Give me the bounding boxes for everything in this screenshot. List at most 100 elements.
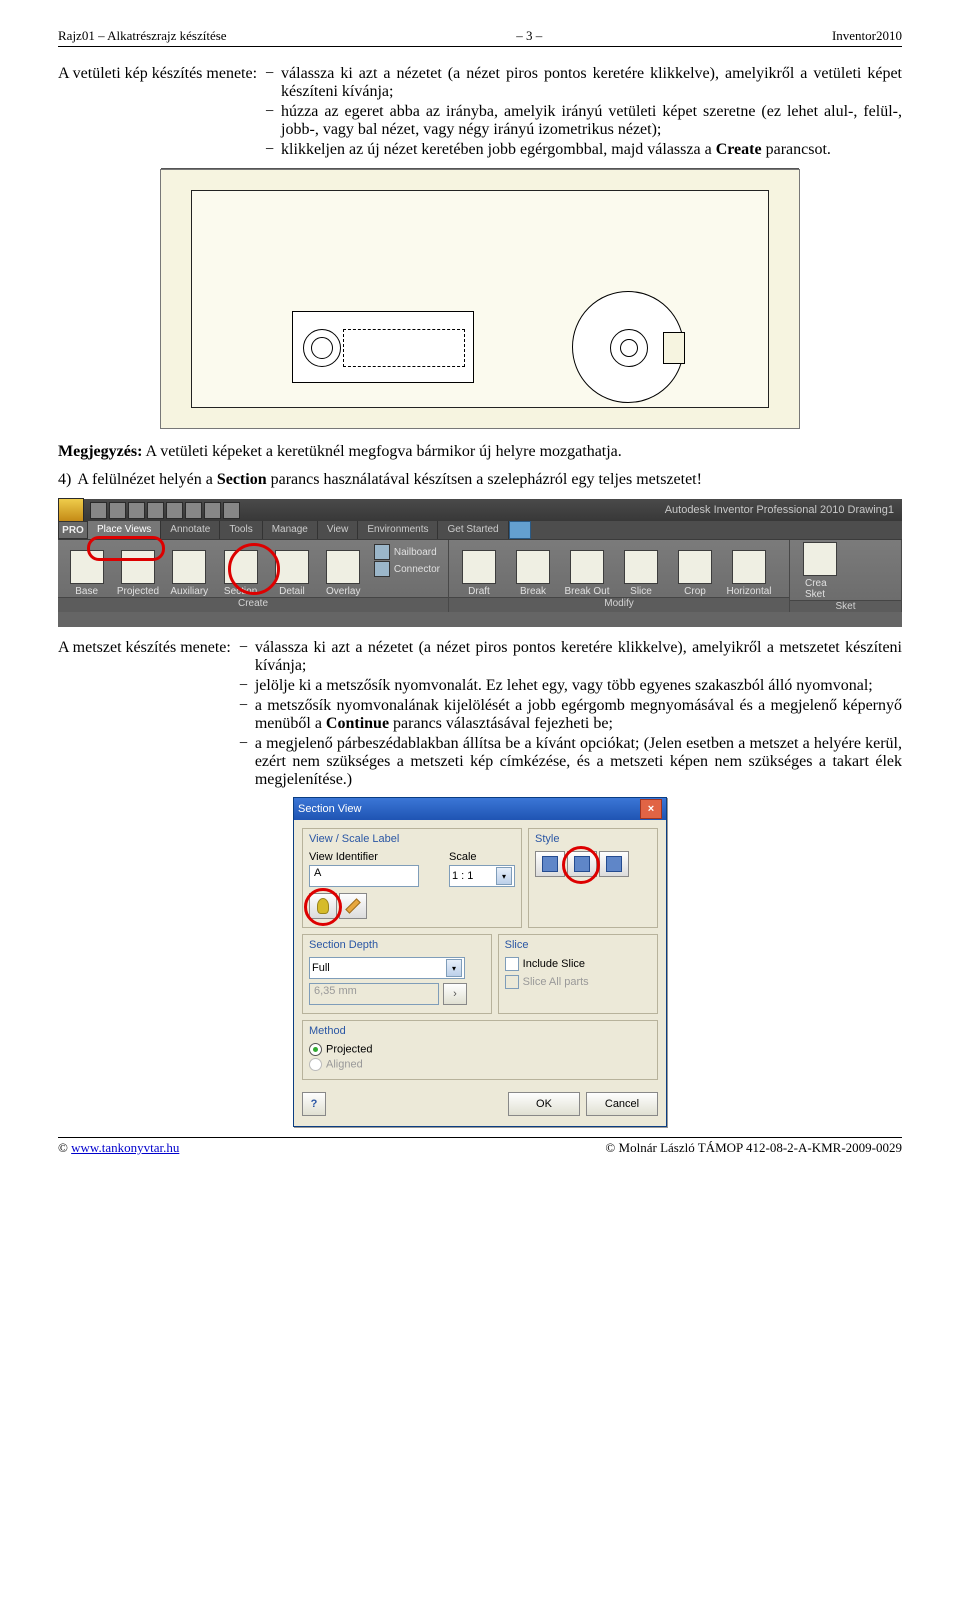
ribbon-detail-button[interactable]: Detail: [267, 542, 316, 597]
projection-bullet-2: húzza az egeret abba az irányba, amelyik…: [265, 103, 902, 139]
footer-copyright-symbol: ©: [58, 1140, 68, 1155]
inventor-logo-icon[interactable]: [58, 498, 84, 522]
footer-link[interactable]: www.tankonyvtar.hu: [71, 1140, 179, 1155]
view-label-toggle-button[interactable]: [309, 893, 337, 919]
qat-open-icon[interactable]: [109, 502, 126, 519]
nailboard-icon: [374, 544, 390, 560]
header-left: Rajz01 – Alkatrészrajz készítése: [58, 28, 227, 44]
part-side-view: [292, 311, 474, 383]
ribbon-projected-button[interactable]: Projected: [113, 542, 162, 597]
qat-print-icon[interactable]: [185, 502, 202, 519]
view-scale-group-title: View / Scale Label: [309, 833, 515, 845]
header-page-num: – 3 –: [516, 28, 542, 44]
tab-get-started[interactable]: Get Started: [438, 521, 508, 539]
header-right: Inventor2010: [832, 28, 902, 44]
dialog-ok-button[interactable]: OK: [508, 1092, 580, 1116]
style-shaded-button[interactable]: [599, 851, 629, 877]
base-view-icon: [70, 550, 104, 584]
page-footer: © www.tankonyvtar.hu © Molnár László TÁM…: [58, 1137, 902, 1156]
pro-badge[interactable]: PRO: [58, 521, 88, 539]
dialog-help-button[interactable]: ?: [302, 1092, 326, 1116]
tab-manage[interactable]: Manage: [263, 521, 318, 539]
ribbon-break-button[interactable]: Break: [507, 542, 559, 597]
note-label: Megjegyzés:: [58, 443, 142, 460]
auxiliary-view-icon: [172, 550, 206, 584]
ribbon-section-button[interactable]: Section: [216, 542, 265, 597]
section-depth-select[interactable]: Full ▾: [309, 957, 465, 979]
page-header: Rajz01 – Alkatrészrajz készítése – 3 – I…: [58, 28, 902, 47]
overlay-view-icon: [326, 550, 360, 584]
section-bullet-1: válassza ki azt a nézetet (a nézet piros…: [239, 639, 902, 675]
sketch-icon: [803, 542, 837, 576]
tab-view[interactable]: View: [318, 521, 359, 539]
section-view-icon: [224, 550, 258, 584]
breakout-icon: [570, 550, 604, 584]
projected-view-icon: [121, 550, 155, 584]
break-icon: [516, 550, 550, 584]
ribbon-group-sketch-label: Sket: [790, 600, 901, 612]
ribbon-overlay-button[interactable]: Overlay: [319, 542, 368, 597]
chevron-down-icon: ▾: [446, 959, 462, 977]
depth-flyout-button[interactable]: ›: [443, 983, 467, 1005]
ribbon-crop-button[interactable]: Crop: [669, 542, 721, 597]
note-text: A vetületi képeket a keretüknél megfogva…: [146, 443, 622, 460]
drawing-preview-image: [160, 169, 800, 429]
ribbon-auxiliary-button[interactable]: Auxiliary: [165, 542, 214, 597]
tab-annotate[interactable]: Annotate: [161, 521, 220, 539]
qat-redo-icon[interactable]: [166, 502, 183, 519]
crop-icon: [678, 550, 712, 584]
qat-select-icon[interactable]: [204, 502, 221, 519]
ribbon-draft-button[interactable]: Draft: [453, 542, 505, 597]
ribbon-group-modify-label: Modify: [449, 597, 789, 612]
tab-place-views[interactable]: Place Views: [88, 521, 161, 539]
dialog-title: Section View: [298, 803, 361, 815]
style-hidden-line-button[interactable]: [535, 851, 565, 877]
ribbon-group-create-label: Create: [58, 597, 448, 612]
qat-undo-icon[interactable]: [147, 502, 164, 519]
qat-new-icon[interactable]: [90, 502, 107, 519]
ribbon-breakout-button[interactable]: Break Out: [561, 542, 613, 597]
scale-select[interactable]: 1 : 1 ▾: [449, 865, 515, 887]
app-title: Autodesk Inventor Professional 2010 Draw…: [665, 504, 894, 516]
tab-environments[interactable]: Environments: [358, 521, 438, 539]
view-identifier-input[interactable]: A: [309, 865, 419, 887]
qat-save-icon[interactable]: [128, 502, 145, 519]
ribbon-nailboard-button[interactable]: Nailboard: [374, 544, 440, 560]
section-steps-intro: A metszet készítés menete: válassza ki a…: [58, 639, 902, 791]
tab-workspace-icon[interactable]: [509, 521, 531, 539]
include-slice-checkbox[interactable]: Include Slice: [505, 957, 651, 971]
section-view-dialog: Section View × View / Scale Label View I…: [293, 797, 667, 1127]
lightbulb-icon: [317, 898, 329, 914]
dialog-close-button[interactable]: ×: [640, 799, 662, 819]
qat-more-icon[interactable]: [223, 502, 240, 519]
footer-right: © Molnár László TÁMOP 412-08-2-A-KMR-200…: [605, 1140, 902, 1156]
scale-value: 1 : 1: [452, 870, 473, 882]
method-aligned-radio: Aligned: [309, 1058, 651, 1071]
ribbon-create-sketch-button[interactable]: Crea Sket: [794, 542, 846, 600]
slice-group-title: Slice: [505, 939, 651, 951]
method-projected-radio[interactable]: Projected: [309, 1043, 651, 1056]
chevron-right-icon: ›: [453, 988, 457, 1000]
ribbon-connector-button[interactable]: Connector: [374, 561, 440, 577]
edit-view-label-button[interactable]: [339, 893, 367, 919]
part-front-view: [572, 291, 684, 403]
pencil-icon: [345, 898, 361, 914]
draft-icon: [462, 550, 496, 584]
ribbon-base-button[interactable]: Base: [62, 542, 111, 597]
style-group-title: Style: [535, 833, 651, 845]
style-hidden-removed-button[interactable]: [567, 851, 597, 877]
projection-steps-list: válassza ki azt a nézetet (a nézet piros…: [265, 65, 902, 161]
dialog-cancel-button[interactable]: Cancel: [586, 1092, 658, 1116]
connector-icon: [374, 561, 390, 577]
shaded-icon: [606, 856, 622, 872]
view-identifier-label: View Identifier: [309, 851, 419, 863]
depth-distance-input: 6,35 mm: [309, 983, 439, 1005]
section-bullet-3: a metszősík nyomvonalának kijelölését a …: [239, 697, 902, 733]
ribbon-slice-button[interactable]: Slice: [615, 542, 667, 597]
slice-icon: [624, 550, 658, 584]
section-depth-value: Full: [312, 962, 330, 974]
tab-tools[interactable]: Tools: [220, 521, 262, 539]
step-4-number: 4): [58, 471, 71, 489]
section-bullet-2: jelölje ki a metszősík nyomvonalát. Ez l…: [239, 677, 902, 695]
ribbon-horizontal-button[interactable]: Horizontal: [723, 542, 775, 597]
